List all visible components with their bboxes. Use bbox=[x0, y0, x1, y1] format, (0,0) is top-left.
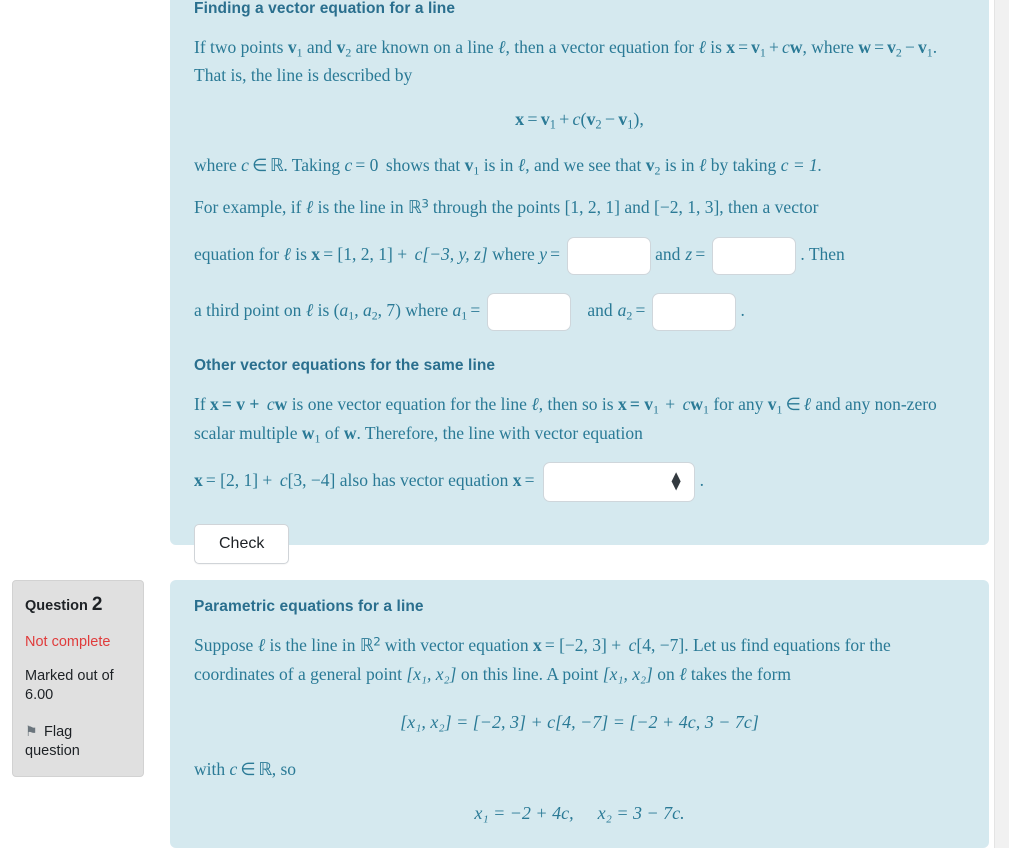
paragraph-where-c-in-R: where c ∈ ℝ. Taking c = 0 shows that v1 is … bbox=[194, 154, 823, 177]
vector-w1: w1 bbox=[301, 422, 321, 445]
vector-w: w bbox=[789, 37, 803, 57]
paragraph-two-points: If two points v1 and v2 are known on a l… bbox=[194, 37, 938, 86]
script-ell: ℓ bbox=[803, 393, 811, 415]
question-block-1: Finding a vector equation for a line If … bbox=[0, 0, 1009, 564]
paragraph-equation-with-select: x = [2, 1] + c[3, −4] also has vector equ… bbox=[194, 461, 965, 502]
point-1: [1, 2, 1] bbox=[564, 197, 620, 218]
question-2-info-panel: Question 2 Not complete Marked out of 6.… bbox=[12, 580, 144, 777]
paragraph-third-point-with-inputs: a third point on ℓ is (a1, a2, 7) where … bbox=[194, 292, 965, 331]
general-point: [x₁, x₂] bbox=[602, 663, 653, 684]
a2-symbol: a2 bbox=[362, 299, 378, 323]
section-heading-other-vector-equations: Other vector equations for the same line bbox=[194, 356, 496, 374]
question-number: 2 bbox=[91, 594, 103, 615]
script-ell: ℓ bbox=[531, 393, 539, 415]
display-equation-parametric: [x₁, x₂] = [−2, 3] + c[4, −7] = [−2 + 4c… bbox=[400, 711, 759, 732]
vertical-scrollbar[interactable] bbox=[994, 0, 1009, 848]
flag-question-button[interactable]: ⚑ Flag question bbox=[25, 722, 131, 762]
a1-symbol: a1 bbox=[452, 299, 468, 323]
x2-equation: x₂ = 3 − 7c. bbox=[597, 803, 685, 824]
vector-x: x bbox=[210, 393, 219, 414]
vector-v2: v2 bbox=[887, 37, 902, 60]
vector-x: x bbox=[194, 469, 203, 490]
paragraph-with-c-in-R: with c ∈ ℝ, so bbox=[194, 758, 296, 780]
vector-x: x bbox=[532, 635, 542, 655]
vector-x: x bbox=[726, 37, 736, 57]
real-numbers-symbol: ℝ3 bbox=[408, 196, 429, 219]
vector-v1: v1 bbox=[464, 154, 480, 177]
script-ell: ℓ bbox=[283, 243, 291, 265]
direction-vector: [3, −4] bbox=[287, 469, 336, 490]
display-equation-vector-form: x = v1 + c(v2− v1), bbox=[515, 108, 644, 132]
paragraph-other-equations: If x = v + cw is one vector equation for … bbox=[194, 393, 937, 445]
vector-x: x bbox=[512, 469, 522, 490]
real-numbers-symbol: ℝ bbox=[269, 155, 284, 176]
display-equation-coordinates: x₁ = −2 + 4c, x₂ = 3 − 7c. bbox=[194, 800, 965, 827]
script-ell: ℓ bbox=[679, 663, 687, 685]
question-state: Not complete bbox=[25, 633, 111, 650]
direction-vector: [4, −7] bbox=[636, 635, 685, 655]
chevron-updown-icon: ▲ ▼ bbox=[671, 468, 681, 493]
flag-label-line2: question bbox=[25, 743, 80, 760]
y-answer-input[interactable] bbox=[567, 236, 652, 275]
text-fragment: If two points bbox=[194, 37, 288, 57]
script-ell: ℓ bbox=[257, 635, 266, 656]
vector-equation-select[interactable]: ▲ ▼ bbox=[542, 461, 695, 502]
script-ell: ℓ bbox=[698, 37, 706, 58]
question-1-actions: Check bbox=[194, 523, 965, 564]
point-2: [−2, 1, 3] bbox=[654, 197, 720, 218]
vector-v1: v1 bbox=[287, 37, 303, 60]
flag-icon: ⚑ bbox=[25, 722, 38, 739]
a2-symbol: a2 bbox=[617, 299, 633, 323]
question-2-content: Parametric equations for a line Suppose … bbox=[170, 580, 989, 848]
vector-x: x bbox=[617, 393, 627, 414]
real-numbers-symbol: ℝ2 bbox=[359, 634, 381, 656]
z-answer-input[interactable] bbox=[712, 236, 797, 275]
question-number-label: Question 2 bbox=[25, 594, 103, 615]
vector-w: w bbox=[274, 393, 288, 414]
a1-symbol: a1 bbox=[339, 299, 355, 323]
x1-equation: x₁ = −2 + 4c, bbox=[474, 803, 574, 824]
section-heading-parametric-equations: Parametric equations for a line bbox=[194, 598, 424, 615]
paragraph-equation-with-inputs: equation for ℓ is x = [1, 2, 1] + c[−3, y… bbox=[194, 236, 965, 275]
section-heading-finding-vector-equation: Finding a vector equation for a line bbox=[194, 0, 456, 17]
paragraph-suppose-line-R2: Suppose ℓ is the line in ℝ2 with vector … bbox=[194, 634, 891, 685]
equation-c-equals-1: c = 1. bbox=[780, 154, 823, 175]
vector-v1: v1 bbox=[751, 37, 766, 60]
vector-w1: w1 bbox=[690, 393, 709, 417]
vector-x: x bbox=[311, 243, 321, 264]
check-button[interactable]: Check bbox=[194, 523, 290, 564]
real-numbers-symbol: ℝ bbox=[258, 759, 272, 780]
quiz-page: Finding a vector equation for a line If … bbox=[0, 0, 1009, 848]
paragraph-example-R3: For example, if ℓ is the line in ℝ3 thro… bbox=[194, 196, 819, 219]
flag-label: Flag bbox=[44, 723, 73, 740]
question-grade: Marked out of 6.00 bbox=[25, 667, 114, 704]
general-point: [x₁, x₂] bbox=[406, 663, 457, 684]
vector-w: w bbox=[858, 37, 871, 57]
question-1-content: Finding a vector equation for a line If … bbox=[170, 0, 989, 564]
a2-answer-input[interactable] bbox=[652, 292, 737, 331]
vector-v1: v1 bbox=[918, 37, 933, 60]
vector-w: w bbox=[343, 422, 357, 443]
vector-v2: v2 bbox=[336, 37, 352, 60]
vector-v2: v2 bbox=[645, 154, 661, 177]
vector-v1: v1 bbox=[767, 393, 783, 417]
a1-answer-input[interactable] bbox=[487, 292, 572, 331]
direction-vector: [−3, y, z] bbox=[422, 243, 488, 264]
